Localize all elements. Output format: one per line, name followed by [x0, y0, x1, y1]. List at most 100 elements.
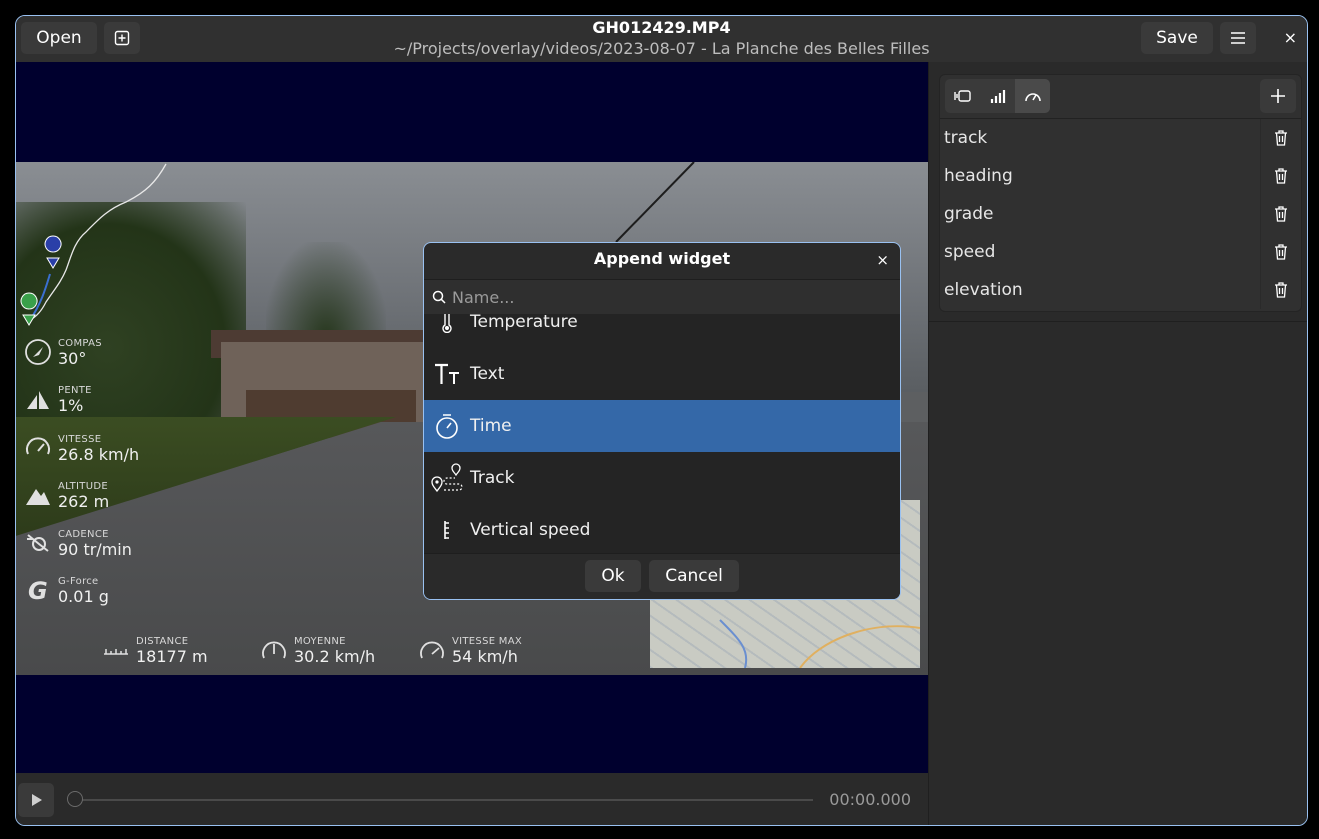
widget-panel: track heading grade speed elevation [939, 74, 1302, 312]
widget-list: track heading grade speed elevation [940, 118, 1301, 309]
delete-widget-button[interactable] [1260, 233, 1301, 271]
append-widget-dialog: Append widget × Temperature Text Time Tr… [423, 242, 901, 600]
search-input[interactable] [450, 286, 854, 308]
window-subtitle: ~/Projects/overlay/videos/2023-08-07 - L… [393, 39, 930, 58]
max-speed-label: VITESSE MAX [452, 636, 523, 647]
list-item[interactable]: heading [940, 157, 1301, 195]
list-item-track[interactable]: Track [424, 452, 900, 504]
average-gauge-icon [262, 641, 286, 659]
altitude-label: ALTITUDE [58, 481, 108, 492]
dialog-title: Append widget [593, 249, 731, 268]
track-route-icon [431, 463, 463, 493]
tab-gauges[interactable] [1015, 79, 1050, 113]
seek-track[interactable] [75, 799, 813, 801]
tab-chart[interactable] [980, 79, 1015, 113]
list-item[interactable]: grade [940, 195, 1301, 233]
overlay-grade: PENTE 1% [24, 385, 92, 416]
cadence-icon [27, 534, 49, 552]
player-controls: 00:00.000 [16, 773, 928, 825]
speedometer-icon [26, 437, 50, 455]
compass-icon [25, 339, 51, 365]
search-icon [432, 290, 446, 304]
widget-name: track [944, 128, 988, 148]
trash-icon [1275, 206, 1287, 222]
seek-knob[interactable] [67, 791, 83, 807]
playback-time: 00:00.000 [829, 790, 911, 809]
widget-name: speed [944, 242, 996, 262]
main-menu-button[interactable] [1220, 22, 1256, 54]
trash-icon [1275, 130, 1287, 146]
sidebar-tab-switcher [945, 79, 1050, 113]
item-label: Vertical speed [470, 520, 591, 540]
overlay-average: MOYENNE 30.2 km/h [260, 636, 375, 667]
chart-tab-icon [990, 90, 1005, 103]
max-gauge-icon [420, 641, 444, 659]
hamburger-menu-icon [1231, 32, 1245, 44]
slope-icon [27, 391, 49, 409]
item-label: Text [470, 364, 505, 384]
header-bar: Open GH012429.MP4 ~/Projects/overlay/vid… [16, 16, 1307, 62]
text-icon [435, 363, 459, 384]
search-bar [424, 279, 900, 315]
list-item-time[interactable]: Time [424, 400, 900, 452]
list-item[interactable]: elevation [940, 271, 1301, 309]
list-item-text[interactable]: Text [424, 348, 900, 400]
grade-label: PENTE [58, 385, 92, 396]
save-button[interactable]: Save [1141, 22, 1213, 54]
overlay-speed: VITESSE 26.8 km/h [24, 434, 139, 465]
trash-icon [1275, 244, 1287, 260]
widget-type-list: Temperature Text Time Track Vertical spe… [424, 314, 900, 554]
track-route-widget [20, 163, 167, 326]
trash-icon [1275, 282, 1287, 298]
compass-label: COMPAS [58, 338, 102, 349]
list-item-vertical-speed[interactable]: Vertical speed [424, 504, 900, 554]
widget-sidebar: track heading grade speed elevation [928, 62, 1307, 825]
cancel-button[interactable]: Cancel [649, 560, 739, 592]
list-item[interactable]: track [940, 119, 1301, 157]
dialog-close-button[interactable]: × [876, 251, 889, 269]
video-tab-icon [953, 90, 971, 102]
overlay-g-force: G G-Force 0.01 g [24, 576, 109, 607]
trash-icon [1275, 168, 1287, 184]
speed-label: VITESSE [58, 434, 102, 445]
overlay-cadence: CADENCE 90 tr/min [24, 529, 132, 560]
average-label: MOYENNE [294, 636, 346, 647]
window-close-button[interactable]: × [1284, 28, 1297, 47]
widget-name: elevation [944, 280, 1023, 300]
item-label: Temperature [470, 314, 578, 332]
stopwatch-icon [436, 414, 458, 439]
overlay-compass: COMPAS 30° [24, 338, 102, 369]
speed-value: 26.8 km/h [58, 445, 140, 464]
add-widget-button[interactable] [1260, 79, 1296, 113]
average-value: 30.2 km/h [294, 647, 376, 666]
window-title: GH012429.MP4 [592, 18, 731, 37]
overlay-distance: DISTANCE 18177 m [102, 636, 208, 667]
compass-value: 30° [58, 349, 87, 368]
item-label: Track [470, 468, 515, 488]
tab-video[interactable] [945, 79, 980, 113]
delete-widget-button[interactable] [1260, 119, 1301, 157]
play-icon [32, 794, 42, 806]
ok-button[interactable]: Ok [585, 560, 641, 592]
list-item-temperature[interactable]: Temperature [424, 314, 900, 348]
svg-text:G: G [28, 577, 48, 604]
overlay-altitude: ALTITUDE 262 m [24, 481, 109, 512]
plus-icon [1271, 89, 1285, 103]
altitude-value: 262 m [58, 492, 110, 511]
delete-widget-button[interactable] [1260, 271, 1301, 309]
g-force-label: G-Force [58, 576, 99, 587]
dialog-footer: Ok Cancel [424, 553, 900, 599]
gauge-tab-icon [1024, 93, 1041, 102]
overlay-max-speed: VITESSE MAX 54 km/h [418, 636, 522, 667]
g-force-icon: G [28, 577, 48, 604]
distance-value: 18177 m [136, 647, 208, 666]
ruler-icon [104, 649, 128, 655]
delete-widget-button[interactable] [1260, 195, 1301, 233]
delete-widget-button[interactable] [1260, 157, 1301, 195]
grade-value: 1% [58, 396, 84, 415]
cadence-value: 90 tr/min [58, 540, 132, 559]
list-item[interactable]: speed [940, 233, 1301, 271]
widget-name: grade [944, 204, 994, 224]
vertical-speed-icon [444, 521, 449, 539]
play-button[interactable] [18, 783, 54, 817]
